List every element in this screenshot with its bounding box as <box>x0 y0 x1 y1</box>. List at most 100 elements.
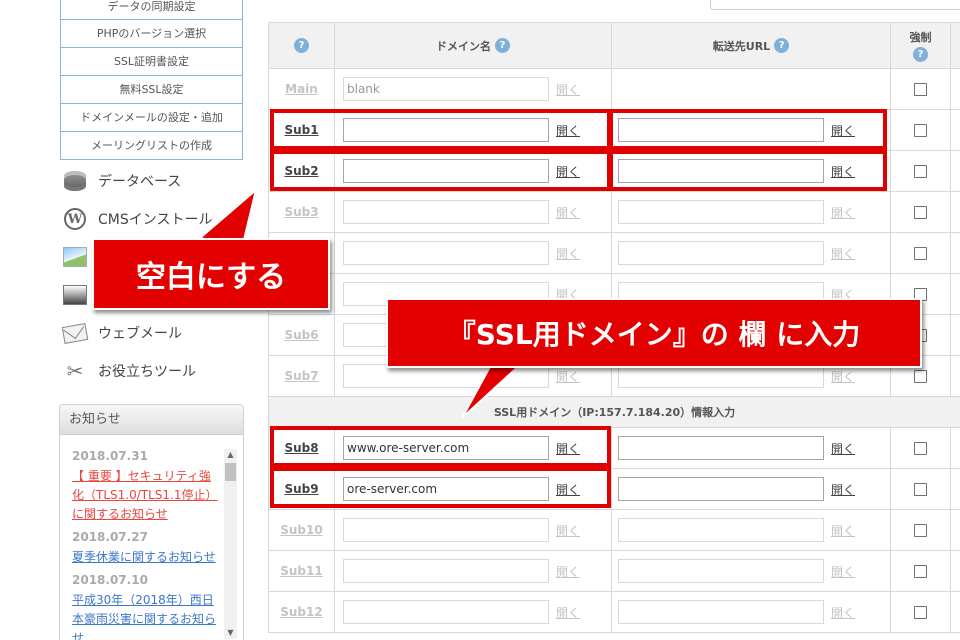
force-checkbox[interactable] <box>914 441 927 455</box>
force-checkbox[interactable] <box>914 605 927 619</box>
submenu-item-mailing-list[interactable]: メーリングリストの作成 <box>60 132 243 160</box>
table-row: Sub8 開く 開く <box>269 428 960 469</box>
redirect-url-input[interactable] <box>618 241 824 265</box>
force-checkbox[interactable] <box>914 246 927 260</box>
domain-name-input[interactable] <box>343 241 549 265</box>
domain-cell: 開く <box>335 469 612 509</box>
menu-item-tools[interactable]: ✂ お役立ちツール <box>62 352 247 390</box>
open-link[interactable]: 開く <box>556 368 580 385</box>
redirect-url-input[interactable] <box>618 518 824 542</box>
subdomain-link[interactable]: Sub1 <box>284 123 318 137</box>
news-link[interactable]: 【 重要 】セキュリティ強化（TLS1.0/TLS1.1停止）に関するお知らせ <box>72 467 222 524</box>
open-link[interactable]: 開く <box>556 563 580 580</box>
news-scrollbar[interactable]: ▲ ▼ <box>224 449 237 639</box>
news-title: お知らせ <box>60 405 243 435</box>
open-link[interactable]: 開く <box>556 81 580 98</box>
open-link[interactable]: 開く <box>556 122 580 139</box>
submenu-item-domain-mail[interactable]: ドメインメールの設定・追加 <box>60 104 243 132</box>
help-icon[interactable]: ? <box>495 38 510 53</box>
redirect-url-input[interactable] <box>618 600 824 624</box>
table-row: Sub9 開く 開く <box>269 469 960 510</box>
menu-item-database[interactable]: データベース <box>62 162 247 200</box>
sub-cell: Sub12 <box>269 592 335 632</box>
open-link[interactable]: 開く <box>556 245 580 262</box>
scroll-up-icon[interactable]: ▲ <box>224 449 237 461</box>
open-link[interactable]: 開く <box>556 522 580 539</box>
scroll-down-icon[interactable]: ▼ <box>224 627 237 639</box>
open-link[interactable]: 開く <box>831 522 855 539</box>
subdomain-link[interactable]: Sub3 <box>284 205 318 219</box>
force-checkbox[interactable] <box>914 482 927 496</box>
submenu-item-ssl-certificate[interactable]: SSL証明書設定 <box>60 48 243 76</box>
domain-cell: 開く <box>335 192 612 232</box>
open-link[interactable]: 開く <box>556 204 580 221</box>
open-link[interactable]: 開く <box>556 604 580 621</box>
subdomain-link[interactable]: Sub2 <box>284 164 318 178</box>
force-cell <box>891 510 951 550</box>
force-checkbox[interactable] <box>914 123 927 137</box>
subdomain-link[interactable]: Sub9 <box>284 482 318 496</box>
help-icon[interactable]: ? <box>774 38 790 53</box>
open-link[interactable]: 開く <box>831 163 855 180</box>
open-link[interactable]: 開く <box>556 481 580 498</box>
submenu-item-php-version[interactable]: PHPのバージョン選択 <box>60 20 243 48</box>
top-search-box[interactable] <box>710 0 960 10</box>
domain-name-input[interactable] <box>343 200 549 224</box>
domain-name-input[interactable] <box>343 118 549 142</box>
subdomain-link[interactable]: Sub8 <box>284 441 318 455</box>
ssl-section-row: SSL用ドメイン（IP:157.7.184.20）情報入力 <box>269 397 960 428</box>
url-cell: 開く <box>612 510 891 550</box>
domain-name-input[interactable] <box>343 159 549 183</box>
open-link[interactable]: 開く <box>831 245 855 262</box>
open-link[interactable]: 開く <box>831 440 855 457</box>
scroll-thumb[interactable] <box>225 463 236 481</box>
force-cell <box>891 469 951 509</box>
open-link[interactable]: 開く <box>831 204 855 221</box>
tools-icon: ✂ <box>66 359 84 383</box>
domain-name-input[interactable] <box>343 77 549 101</box>
subdomain-link[interactable]: Sub10 <box>280 523 322 537</box>
redirect-url-input[interactable] <box>618 477 824 501</box>
news-date: 2018.07.31 <box>72 449 148 463</box>
header-domain: ドメイン名 ? <box>335 23 612 68</box>
help-icon[interactable]: ? <box>294 38 309 53</box>
domain-name-input[interactable] <box>343 436 549 460</box>
force-checkbox[interactable] <box>914 164 927 178</box>
force-checkbox[interactable] <box>914 523 927 537</box>
force-checkbox[interactable] <box>914 205 927 219</box>
open-link[interactable]: 開く <box>831 481 855 498</box>
open-link[interactable]: 開く <box>556 163 580 180</box>
news-link[interactable]: 夏季休業に関するお知らせ <box>72 548 222 567</box>
domain-name-input[interactable] <box>343 477 549 501</box>
force-checkbox[interactable] <box>914 369 927 383</box>
redirect-url-input[interactable] <box>618 118 824 142</box>
menu-item-label: CMSインストール <box>98 212 213 228</box>
subdomain-link[interactable]: Sub6 <box>284 328 318 342</box>
subdomain-link[interactable]: Main <box>285 82 318 96</box>
domain-name-input[interactable] <box>343 559 549 583</box>
domain-name-input[interactable] <box>343 600 549 624</box>
open-link[interactable]: 開く <box>831 122 855 139</box>
help-icon[interactable]: ? <box>913 47 928 62</box>
redirect-url-input[interactable] <box>618 559 824 583</box>
subdomain-link[interactable]: Sub11 <box>280 564 322 578</box>
force-checkbox[interactable] <box>914 564 927 578</box>
open-link[interactable]: 開く <box>831 563 855 580</box>
open-link[interactable]: 開く <box>831 604 855 621</box>
redirect-url-input[interactable] <box>618 159 824 183</box>
open-link[interactable]: 開く <box>831 368 855 385</box>
extra-cell <box>951 469 960 509</box>
submenu-item-free-ssl[interactable]: 無料SSL設定 <box>60 76 243 104</box>
domain-name-input[interactable] <box>343 518 549 542</box>
submenu-item-data-sync[interactable]: データの同期設定 <box>60 0 243 20</box>
menu-item-webmail[interactable]: ウェブメール <box>61 314 247 352</box>
open-link[interactable]: 開く <box>556 440 580 457</box>
redirect-url-input[interactable] <box>618 436 824 460</box>
menu-item-cms-install[interactable]: W CMSインストール <box>62 200 247 238</box>
subdomain-link[interactable]: Sub7 <box>284 369 318 383</box>
news-link[interactable]: 平成30年（2018年）西日本豪雨災害に関するお知らせ <box>72 591 222 640</box>
redirect-url-input[interactable] <box>618 200 824 224</box>
extra-cell <box>951 428 960 468</box>
subdomain-link[interactable]: Sub12 <box>280 605 322 619</box>
force-checkbox[interactable] <box>914 82 927 96</box>
